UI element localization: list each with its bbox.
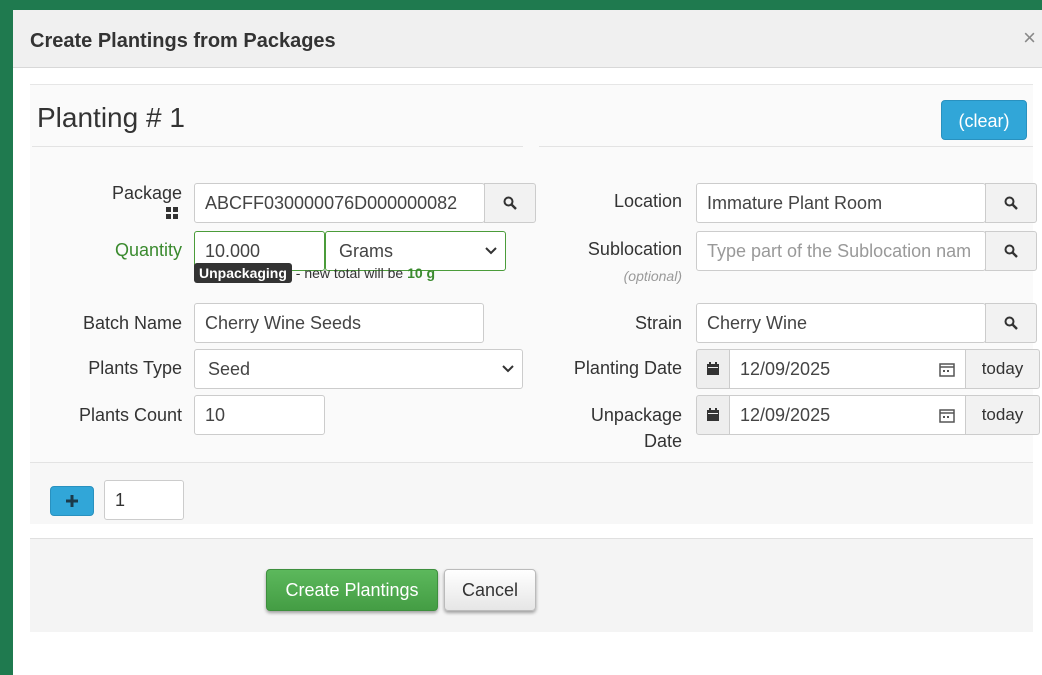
plus-icon [66, 495, 78, 507]
plants-count-input[interactable]: 10 [194, 395, 325, 435]
search-icon [1004, 244, 1018, 258]
planting-heading: Planting # 1 [37, 102, 185, 133]
clear-button[interactable]: (clear) [941, 100, 1027, 140]
chevron-down-icon [485, 247, 497, 255]
location-input[interactable]: Immature Plant Room [696, 183, 986, 223]
plants-count-label: Plants Count [78, 405, 182, 425]
unpackaging-total: 10 g [407, 265, 436, 281]
unpackaging-note: Unpackaging - new total will be 10 g [194, 263, 435, 283]
unpackage-date-input[interactable]: 12/09/2025 [729, 395, 966, 435]
calendar-picker-icon[interactable] [939, 363, 955, 377]
planting-date-today-button[interactable]: today [965, 349, 1040, 389]
add-planting-button[interactable] [50, 486, 94, 516]
sublocation-search-button[interactable] [985, 231, 1037, 271]
grid-icon[interactable] [166, 206, 178, 219]
search-icon [1004, 196, 1018, 210]
calendar-icon [707, 362, 719, 375]
quantity-label: Quantity [114, 240, 182, 260]
chevron-down-icon [502, 365, 514, 373]
calendar-icon [707, 408, 719, 421]
sublocation-input[interactable]: Type part of the Sublocation nam [696, 231, 986, 271]
search-icon [503, 196, 517, 210]
plants-type-select[interactable]: Seed [194, 349, 523, 389]
dialog-header: Create Plantings from Packages × [13, 10, 1042, 68]
unpackage-date-label-line1: Unpackage [590, 405, 682, 425]
unit-select-value: Grams [339, 241, 393, 261]
strain-label: Strain [634, 313, 682, 333]
dialog-footer: Create Plantings Cancel [30, 538, 1033, 632]
unpackaging-badge: Unpackaging [194, 263, 292, 283]
strain-input[interactable]: Cherry Wine [696, 303, 986, 343]
divider-right [539, 146, 1033, 147]
location-search-button[interactable] [985, 183, 1037, 223]
batch-name-input[interactable]: Cherry Wine Seeds [194, 303, 484, 343]
unpackage-date-addon [696, 395, 730, 435]
batch-name-label: Batch Name [82, 313, 182, 333]
package-search-button[interactable] [484, 183, 536, 223]
sublocation-optional: (optional) [623, 268, 682, 284]
add-count-input[interactable]: 1 [104, 480, 184, 520]
dialog-title: Create Plantings from Packages [30, 30, 336, 52]
create-plantings-button[interactable]: Create Plantings [266, 569, 438, 611]
unpackage-date-today-button[interactable]: today [965, 395, 1040, 435]
divider-left [32, 146, 523, 147]
close-icon[interactable]: × [1023, 25, 1036, 51]
planting-date-label: Planting Date [573, 358, 682, 378]
planting-panel: Planting # 1 (clear) Package ABCFF030000… [30, 84, 1040, 514]
sublocation-label: Sublocation [587, 239, 682, 259]
unpackaging-text: - new total will be [295, 265, 404, 281]
package-label: Package [111, 183, 182, 203]
planting-date-addon [696, 349, 730, 389]
location-label: Location [613, 191, 682, 211]
planting-date-input[interactable]: 12/09/2025 [729, 349, 966, 389]
unpackage-date-label-line2: Date [643, 431, 682, 451]
add-planting-row: 1 [30, 462, 1033, 524]
search-icon [1004, 316, 1018, 330]
package-input[interactable]: ABCFF030000076D000000082 [194, 183, 485, 223]
strain-search-button[interactable] [985, 303, 1037, 343]
plants-type-label: Plants Type [88, 358, 182, 378]
planting-date-value: 12/09/2025 [740, 359, 831, 379]
plants-type-value: Seed [208, 359, 251, 379]
cancel-button[interactable]: Cancel [444, 569, 536, 611]
create-plantings-dialog: Create Plantings from Packages × Plantin… [13, 10, 1042, 675]
calendar-picker-icon[interactable] [939, 409, 955, 423]
unpackage-date-value: 12/09/2025 [740, 405, 831, 425]
